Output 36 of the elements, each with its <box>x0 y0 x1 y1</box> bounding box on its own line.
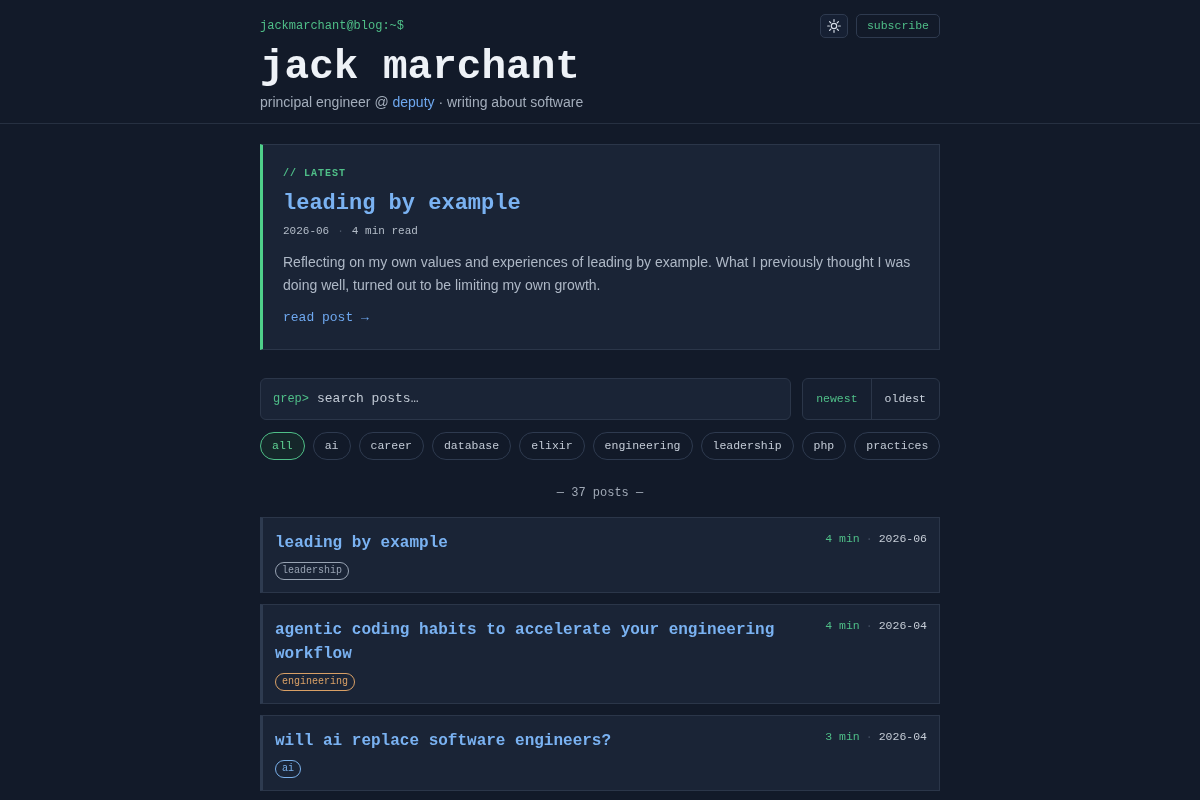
tag-filter-chip[interactable]: all <box>260 432 305 460</box>
site-title: jack marchant <box>260 44 581 90</box>
meta-separator: · <box>337 224 344 239</box>
post-date: 2026-04 <box>878 618 927 634</box>
meta-separator: · <box>865 729 873 745</box>
theme-toggle-button[interactable] <box>819 14 848 38</box>
read-post-link[interactable]: read post → <box>283 309 369 327</box>
search-field[interactable]: grep> search posts… <box>260 378 792 420</box>
post-excerpt: Reflecting on my own values and experiences of leading by example. What I previously thought I was doing well, turned out to be limiting my own growth. <box>283 253 912 295</box>
sort-button[interactable]: oldest <box>870 379 939 419</box>
read-time: 4 min <box>825 618 860 634</box>
sort-button[interactable]: newest <box>803 379 871 419</box>
post-date: 2026-06 <box>283 224 330 239</box>
read-time: 3 min <box>825 729 860 745</box>
section-label: // LATEST <box>283 167 347 181</box>
read-time: 4 min <box>825 531 860 547</box>
post-title: leading by example <box>275 533 449 554</box>
post-card[interactable]: agentic coding habits to accelerate your engineering workflow 4 min · 2026-04 engineering <box>260 604 940 704</box>
meta-separator: · <box>865 531 873 547</box>
post-count: — 37 posts — <box>555 485 645 501</box>
post-card[interactable]: will ai replace software engineers? 3 min · 2026-04 ai <box>260 715 940 791</box>
post-date: 2026-06 <box>878 531 927 547</box>
terminal-prompt: jackmarchant@blog:~$ <box>260 18 405 34</box>
post-title: agentic coding habits to accelerate your engineering workflow <box>275 620 776 665</box>
post-date: 2026-04 <box>878 729 927 745</box>
sun-icon <box>826 19 841 33</box>
read-time: 4 min read <box>351 224 418 239</box>
employer-link[interactable]: deputy <box>392 94 435 110</box>
subscribe-button[interactable]: subscribe <box>855 14 940 38</box>
search-input[interactable]: search posts… <box>317 379 779 419</box>
meta-separator: · <box>865 618 873 634</box>
search-prompt: grep> <box>273 391 309 407</box>
post-card[interactable]: leading by example 4 min · 2026-06 leadership <box>260 517 940 593</box>
post-title: will ai replace software engineers? <box>275 731 613 752</box>
featured-post-title[interactable]: leading by example <box>283 189 919 219</box>
site-tagline: principal engineer @ deputy · writing about software <box>260 93 585 112</box>
